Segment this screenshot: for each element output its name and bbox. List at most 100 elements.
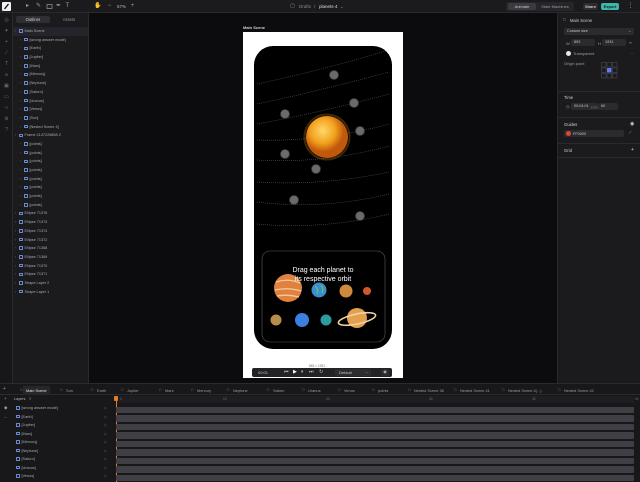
brush-icon[interactable]: ∕ [3, 50, 10, 57]
zoom-out-icon[interactable]: − [106, 3, 113, 10]
chevron-right-icon[interactable]: › [20, 53, 21, 62]
size-preset-select[interactable]: Custom size [564, 28, 634, 35]
timeline-tab[interactable]: Nested Scene 41 [460, 386, 490, 395]
chevron-right-icon[interactable]: › [20, 166, 21, 175]
keyframe-toggle-icon[interactable]: ◇ [104, 449, 107, 453]
timeline-tab[interactable]: Mercury [197, 386, 211, 395]
outliner-item[interactable]: › Ellipse 71374 [13, 227, 88, 236]
chevron-right-icon[interactable]: › [15, 244, 16, 253]
tab-assets[interactable]: Assets [52, 16, 86, 23]
planet-venus[interactable] [339, 284, 353, 298]
timeline-track[interactable] [116, 466, 634, 473]
zoom-in-icon[interactable]: + [129, 3, 136, 10]
timeline-tab[interactable]: Main Scene [23, 386, 50, 395]
outliner-item[interactable]: › [Mars] [13, 62, 88, 71]
chevron-right-icon[interactable]: › [15, 227, 16, 236]
planet-earth[interactable] [311, 282, 327, 298]
timeline-track[interactable] [116, 415, 634, 422]
zoom-level[interactable]: 57% [117, 4, 126, 9]
chevron-right-icon[interactable]: › [15, 288, 16, 297]
width-field[interactable]: 853 [571, 39, 595, 46]
chevron-right-icon[interactable]: › [15, 209, 16, 218]
timeline-tab[interactable]: Uranus [308, 386, 321, 395]
timeline-tab[interactable]: Nested Scene 4(...) [508, 386, 542, 395]
hand-tool-icon[interactable]: ✋ [94, 3, 101, 10]
chevron-right-icon[interactable]: › [20, 192, 21, 201]
chevron-right-icon[interactable]: › [15, 236, 16, 245]
breadcrumb-drafts[interactable]: Drafts [299, 4, 311, 9]
origin-grid[interactable] [601, 62, 618, 79]
select-tool-icon[interactable]: ▸ [24, 3, 31, 10]
text-tool-icon[interactable]: T [64, 3, 71, 10]
state-machines-mode-button[interactable]: State Machines [537, 3, 573, 10]
share-preview-icon[interactable]: ◉ [381, 369, 389, 376]
eye-icon[interactable]: ◉ [630, 121, 634, 127]
code-icon[interactable]: ‹› [3, 105, 10, 112]
chat-icon[interactable]: ▭ [3, 94, 10, 101]
outliner-item[interactable]: › [points] [13, 192, 88, 201]
timeline-tab[interactable]: Earth [97, 386, 106, 395]
chevron-right-icon[interactable]: › [15, 279, 16, 288]
file-name[interactable]: planets-4 [319, 4, 338, 9]
filter-icon[interactable]: ≡ [29, 396, 31, 401]
fps-field[interactable]: 60 [598, 103, 618, 110]
timeline-layer-row[interactable]: [Saturn] [16, 457, 35, 461]
artboard[interactable]: Drag each planet to its respective orbit [243, 32, 403, 378]
timeline-tab[interactable]: Nested Scene 38 [414, 386, 444, 395]
add-icon[interactable]: + [3, 386, 6, 392]
outliner-item[interactable]: › [points] [13, 140, 88, 149]
chevron-right-icon[interactable]: › [15, 131, 16, 140]
keyframe-toggle-icon[interactable]: ◇ [104, 423, 107, 427]
keyframe-toggle-icon[interactable]: ◇ [104, 457, 107, 461]
link-icon[interactable]: ∞ [629, 40, 632, 45]
skip-forward-icon[interactable]: ⏭ [309, 369, 314, 375]
planet-uranus[interactable] [320, 314, 332, 326]
layers-icon[interactable]: ◎ [3, 17, 10, 24]
guide-color-swatch[interactable] [566, 131, 571, 136]
pen-nib-icon[interactable]: ✒ [55, 3, 62, 10]
export-button[interactable]: Export [601, 3, 619, 10]
keyframe-toggle-icon[interactable]: ◇ [104, 440, 107, 444]
image-icon[interactable]: ▣ [3, 83, 10, 90]
chevron-right-icon[interactable]: › [20, 88, 21, 97]
planet-mars[interactable] [363, 287, 371, 295]
keyframe-toggle-icon[interactable]: ◇ [104, 406, 107, 410]
remove-layer-icon[interactable]: − [4, 415, 7, 420]
outliner-item[interactable]: › [points] [13, 201, 88, 210]
add-grid-icon[interactable]: + [631, 147, 634, 153]
share-button[interactable]: Share [583, 3, 598, 10]
outliner-item[interactable]: › [Mercury] [13, 70, 88, 79]
timeline-layer-row[interactable]: [Jupiter] [16, 423, 35, 427]
timeline-layer-row[interactable]: [Mercury] [16, 440, 37, 444]
chevron-down-icon[interactable]: ⌄ [340, 4, 344, 10]
eyedropper-icon[interactable]: ∕ [630, 130, 631, 135]
transparent-toggle[interactable] [566, 51, 571, 56]
chevron-right-icon[interactable]: › [15, 262, 16, 271]
outliner-item[interactable]: › Ellipse 71373 [13, 218, 88, 227]
chevron-right-icon[interactable]: › [20, 79, 21, 88]
chevron-right-icon[interactable]: › [20, 157, 21, 166]
chevron-right-icon[interactable]: › [15, 27, 16, 36]
outliner-item[interactable]: › [Saturn] [13, 88, 88, 97]
chevron-right-icon[interactable]: › [15, 218, 16, 227]
outliner-item[interactable]: › Ellipse 71370 [13, 262, 88, 271]
outliner-item[interactable]: › Ellipse 71368 [13, 244, 88, 253]
outliner-item[interactable]: › [Venus] [13, 105, 88, 114]
chevron-right-icon[interactable]: › [20, 105, 21, 114]
settings-icon[interactable]: ⚙ [3, 116, 10, 123]
chevron-right-icon[interactable]: › [20, 149, 21, 158]
timeline-tab[interactable]: points [378, 386, 388, 395]
outliner-item[interactable]: › [Uranus] [13, 97, 88, 106]
outliner-item[interactable]: › [wrong answer mode] [13, 36, 88, 45]
play-icon[interactable]: ▶ [293, 369, 297, 375]
outliner-item[interactable]: › Ellipse 71371 [13, 270, 88, 279]
animate-mode-button[interactable]: Animate [508, 3, 536, 10]
outliner-item[interactable]: › Ellipse 71372 [13, 236, 88, 245]
keyframe-icon[interactable]: ◆ [4, 405, 7, 411]
timeline-ruler[interactable] [116, 396, 634, 403]
more-options-icon[interactable]: ⋮ [627, 3, 634, 10]
chevron-right-icon[interactable]: › [20, 201, 21, 210]
app-logo[interactable] [2, 2, 11, 11]
loop-icon[interactable]: ↻ [319, 369, 323, 375]
planet-mercury[interactable] [270, 314, 282, 326]
